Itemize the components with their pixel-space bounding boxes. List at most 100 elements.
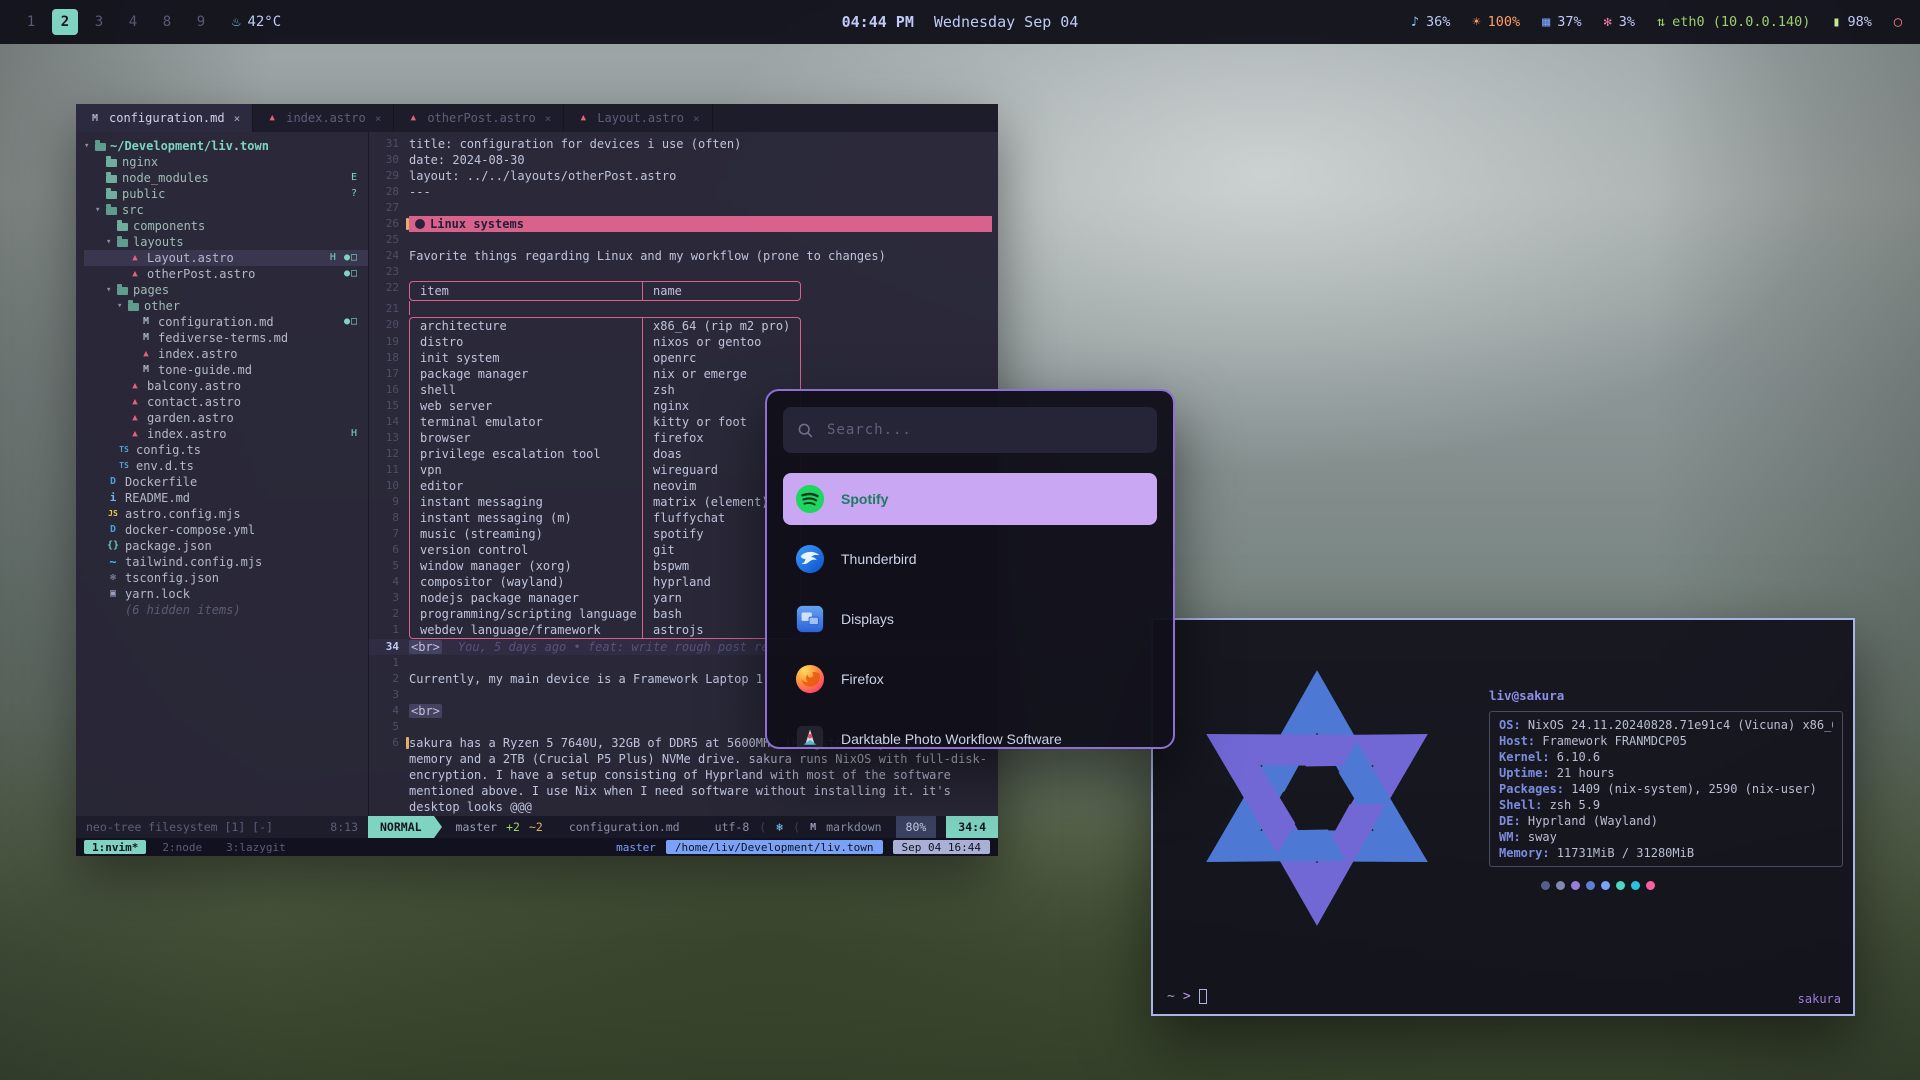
tree-item[interactable]: ▲garden.astro <box>84 410 368 426</box>
search-box[interactable] <box>783 407 1157 453</box>
palette-dot <box>1586 881 1595 890</box>
tab-close-icon[interactable]: × <box>545 112 552 125</box>
tree-item[interactable]: {}package.json <box>84 538 368 554</box>
tmux-window-3:lazygit[interactable]: 3:lazygit <box>218 840 294 854</box>
tree-item[interactable]: ▣yarn.lock <box>84 586 368 602</box>
launcher-item-darktable-photo-workflow-software[interactable]: Darktable Photo Workflow Software <box>783 713 1157 747</box>
line-text: layout: ../../layouts/otherPost.astro <box>409 168 992 184</box>
nixos-logo <box>1161 642 1473 954</box>
line-number: 5 <box>369 719 409 735</box>
tree-item[interactable]: ▲otherPost.astro●□ <box>84 266 368 282</box>
tree-item-label: nginx <box>122 154 158 170</box>
tmux-window-2:node[interactable]: 2:node <box>154 840 210 854</box>
tree-item[interactable]: ▲Layout.astroH ●□ <box>84 250 368 266</box>
workspace-1[interactable]: 1 <box>18 9 44 35</box>
table-row: webdev language/frameworkastrojs <box>409 622 801 639</box>
folder-icon <box>117 223 128 231</box>
tree-item[interactable]: ✻tsconfig.json <box>84 570 368 586</box>
tab-otherPost.astro[interactable]: ▲otherPost.astro× <box>394 104 564 132</box>
tab-close-icon[interactable]: × <box>375 112 382 125</box>
clock-widget[interactable]: 04:44 PM Wednesday Sep 04 <box>842 13 1079 31</box>
workspace-3[interactable]: 3 <box>86 9 112 35</box>
table-cell-item: distro <box>410 334 642 350</box>
line-text: architecturex86_64 (rip m2 pro) <box>409 317 992 334</box>
tree-item[interactable]: iREADME.md <box>84 490 368 506</box>
tree-item[interactable]: (6 hidden items) <box>84 602 368 618</box>
tree-item-label: pages <box>133 282 169 298</box>
workspace-9[interactable]: 9 <box>188 9 214 35</box>
tree-item[interactable]: ▾layouts <box>84 234 368 250</box>
tree-item[interactable]: ▲contact.astro <box>84 394 368 410</box>
search-icon <box>797 422 813 438</box>
tree-item[interactable]: TSconfig.ts <box>84 442 368 458</box>
line-text <box>409 301 992 317</box>
workspace-8[interactable]: 8 <box>154 9 180 35</box>
search-input[interactable] <box>825 421 1143 439</box>
tree-item[interactable]: ~tailwind.config.mjs <box>84 554 368 570</box>
tree-root[interactable]: ▾~/Development/liv.town <box>84 138 368 154</box>
tree-item[interactable]: components <box>84 218 368 234</box>
shell-prompt[interactable]: ~ > <box>1167 989 1207 1004</box>
fetch-value: 21 hours <box>1557 766 1615 780</box>
palette-dot <box>1541 881 1550 890</box>
tab-close-icon[interactable]: × <box>234 112 241 125</box>
tree-item[interactable]: Mtone-guide.md <box>84 362 368 378</box>
penguin-icon <box>415 219 425 229</box>
astro-icon: ▲ <box>128 266 142 282</box>
readme-icon: i <box>106 490 120 506</box>
stat-brightness[interactable]: ☀100% <box>1472 14 1520 30</box>
tree-item[interactable]: ▲balcony.astro <box>84 378 368 394</box>
tmux-window-1:nvim*[interactable]: 1:nvim* <box>84 840 146 854</box>
tree-item[interactable]: Ddocker-compose.yml <box>84 522 368 538</box>
stat-cpu[interactable]: ✻3% <box>1604 14 1635 30</box>
tree-item[interactable]: ▲index.astro <box>84 346 368 362</box>
line-text: --- <box>409 184 992 200</box>
tree-item[interactable]: ▲index.astroH <box>84 426 368 442</box>
tree-item[interactable]: public? <box>84 186 368 202</box>
chevron-down-icon: ▾ <box>106 234 117 250</box>
stat-volume[interactable]: ♪36% <box>1411 14 1451 30</box>
tree-item[interactable]: Mconfiguration.md●□ <box>84 314 368 330</box>
git-changed-count: ~2 <box>529 820 543 834</box>
tree-item[interactable]: DDockerfile <box>84 474 368 490</box>
git-status-markers: ●□ <box>344 314 358 330</box>
tree-item[interactable]: nginx <box>84 154 368 170</box>
folder-icon <box>128 303 139 311</box>
tree-item[interactable]: TSenv.d.ts <box>84 458 368 474</box>
volume-icon: ♪ <box>1411 14 1419 30</box>
tree-item[interactable]: ▾src <box>84 202 368 218</box>
tree-item[interactable]: ▾other <box>84 298 368 314</box>
tree-item[interactable]: ▾pages <box>84 282 368 298</box>
tab-configuration.md[interactable]: Mconfiguration.md× <box>76 104 253 132</box>
tree-item-label: index.astro <box>158 346 237 362</box>
table-cell-item: version control <box>410 542 642 558</box>
table-cell-item: architecture <box>410 318 642 334</box>
stat-power[interactable]: ◯ <box>1894 14 1902 30</box>
tree-item[interactable]: node_modulesE <box>84 170 368 186</box>
tree-item[interactable]: JSastro.config.mjs <box>84 506 368 522</box>
launcher-item-displays[interactable]: Displays <box>783 593 1157 645</box>
launcher-item-spotify[interactable]: Spotify <box>783 473 1157 525</box>
table-connector <box>409 301 410 315</box>
stat-network[interactable]: ⇅eth0 (10.0.0.140) <box>1657 14 1810 30</box>
temperature-value: 42°C <box>247 14 281 30</box>
tab-close-icon[interactable]: × <box>693 112 700 125</box>
tree-item[interactable]: Mfediverse-terms.md <box>84 330 368 346</box>
temperature-widget[interactable]: ♨ 42°C <box>232 14 281 30</box>
launcher-item-firefox[interactable]: Firefox <box>783 653 1157 705</box>
table-row: instant messagingmatrix (element) <box>409 494 801 510</box>
editor-line: 25 <box>369 232 998 248</box>
terminal-window[interactable]: liv@sakura OS: NixOS 24.11.20240828.71e9… <box>1151 618 1855 1016</box>
stat-battery[interactable]: ▮98% <box>1832 14 1872 30</box>
astro-icon: ▲ <box>128 426 142 442</box>
md-icon: M <box>88 113 102 124</box>
line-number: 7 <box>369 526 409 542</box>
launcher-item-thunderbird[interactable]: Thunderbird <box>783 533 1157 585</box>
workspace-2[interactable]: 2 <box>52 9 78 35</box>
workspace-4[interactable]: 4 <box>120 9 146 35</box>
table-cell-item: compositor (wayland) <box>410 574 642 590</box>
fetch-value: 6.10.6 <box>1557 750 1600 764</box>
tab-Layout.astro[interactable]: ▲Layout.astro× <box>564 104 712 132</box>
tab-index.astro[interactable]: ▲index.astro× <box>253 104 394 132</box>
stat-memory[interactable]: ▦37% <box>1542 14 1582 30</box>
